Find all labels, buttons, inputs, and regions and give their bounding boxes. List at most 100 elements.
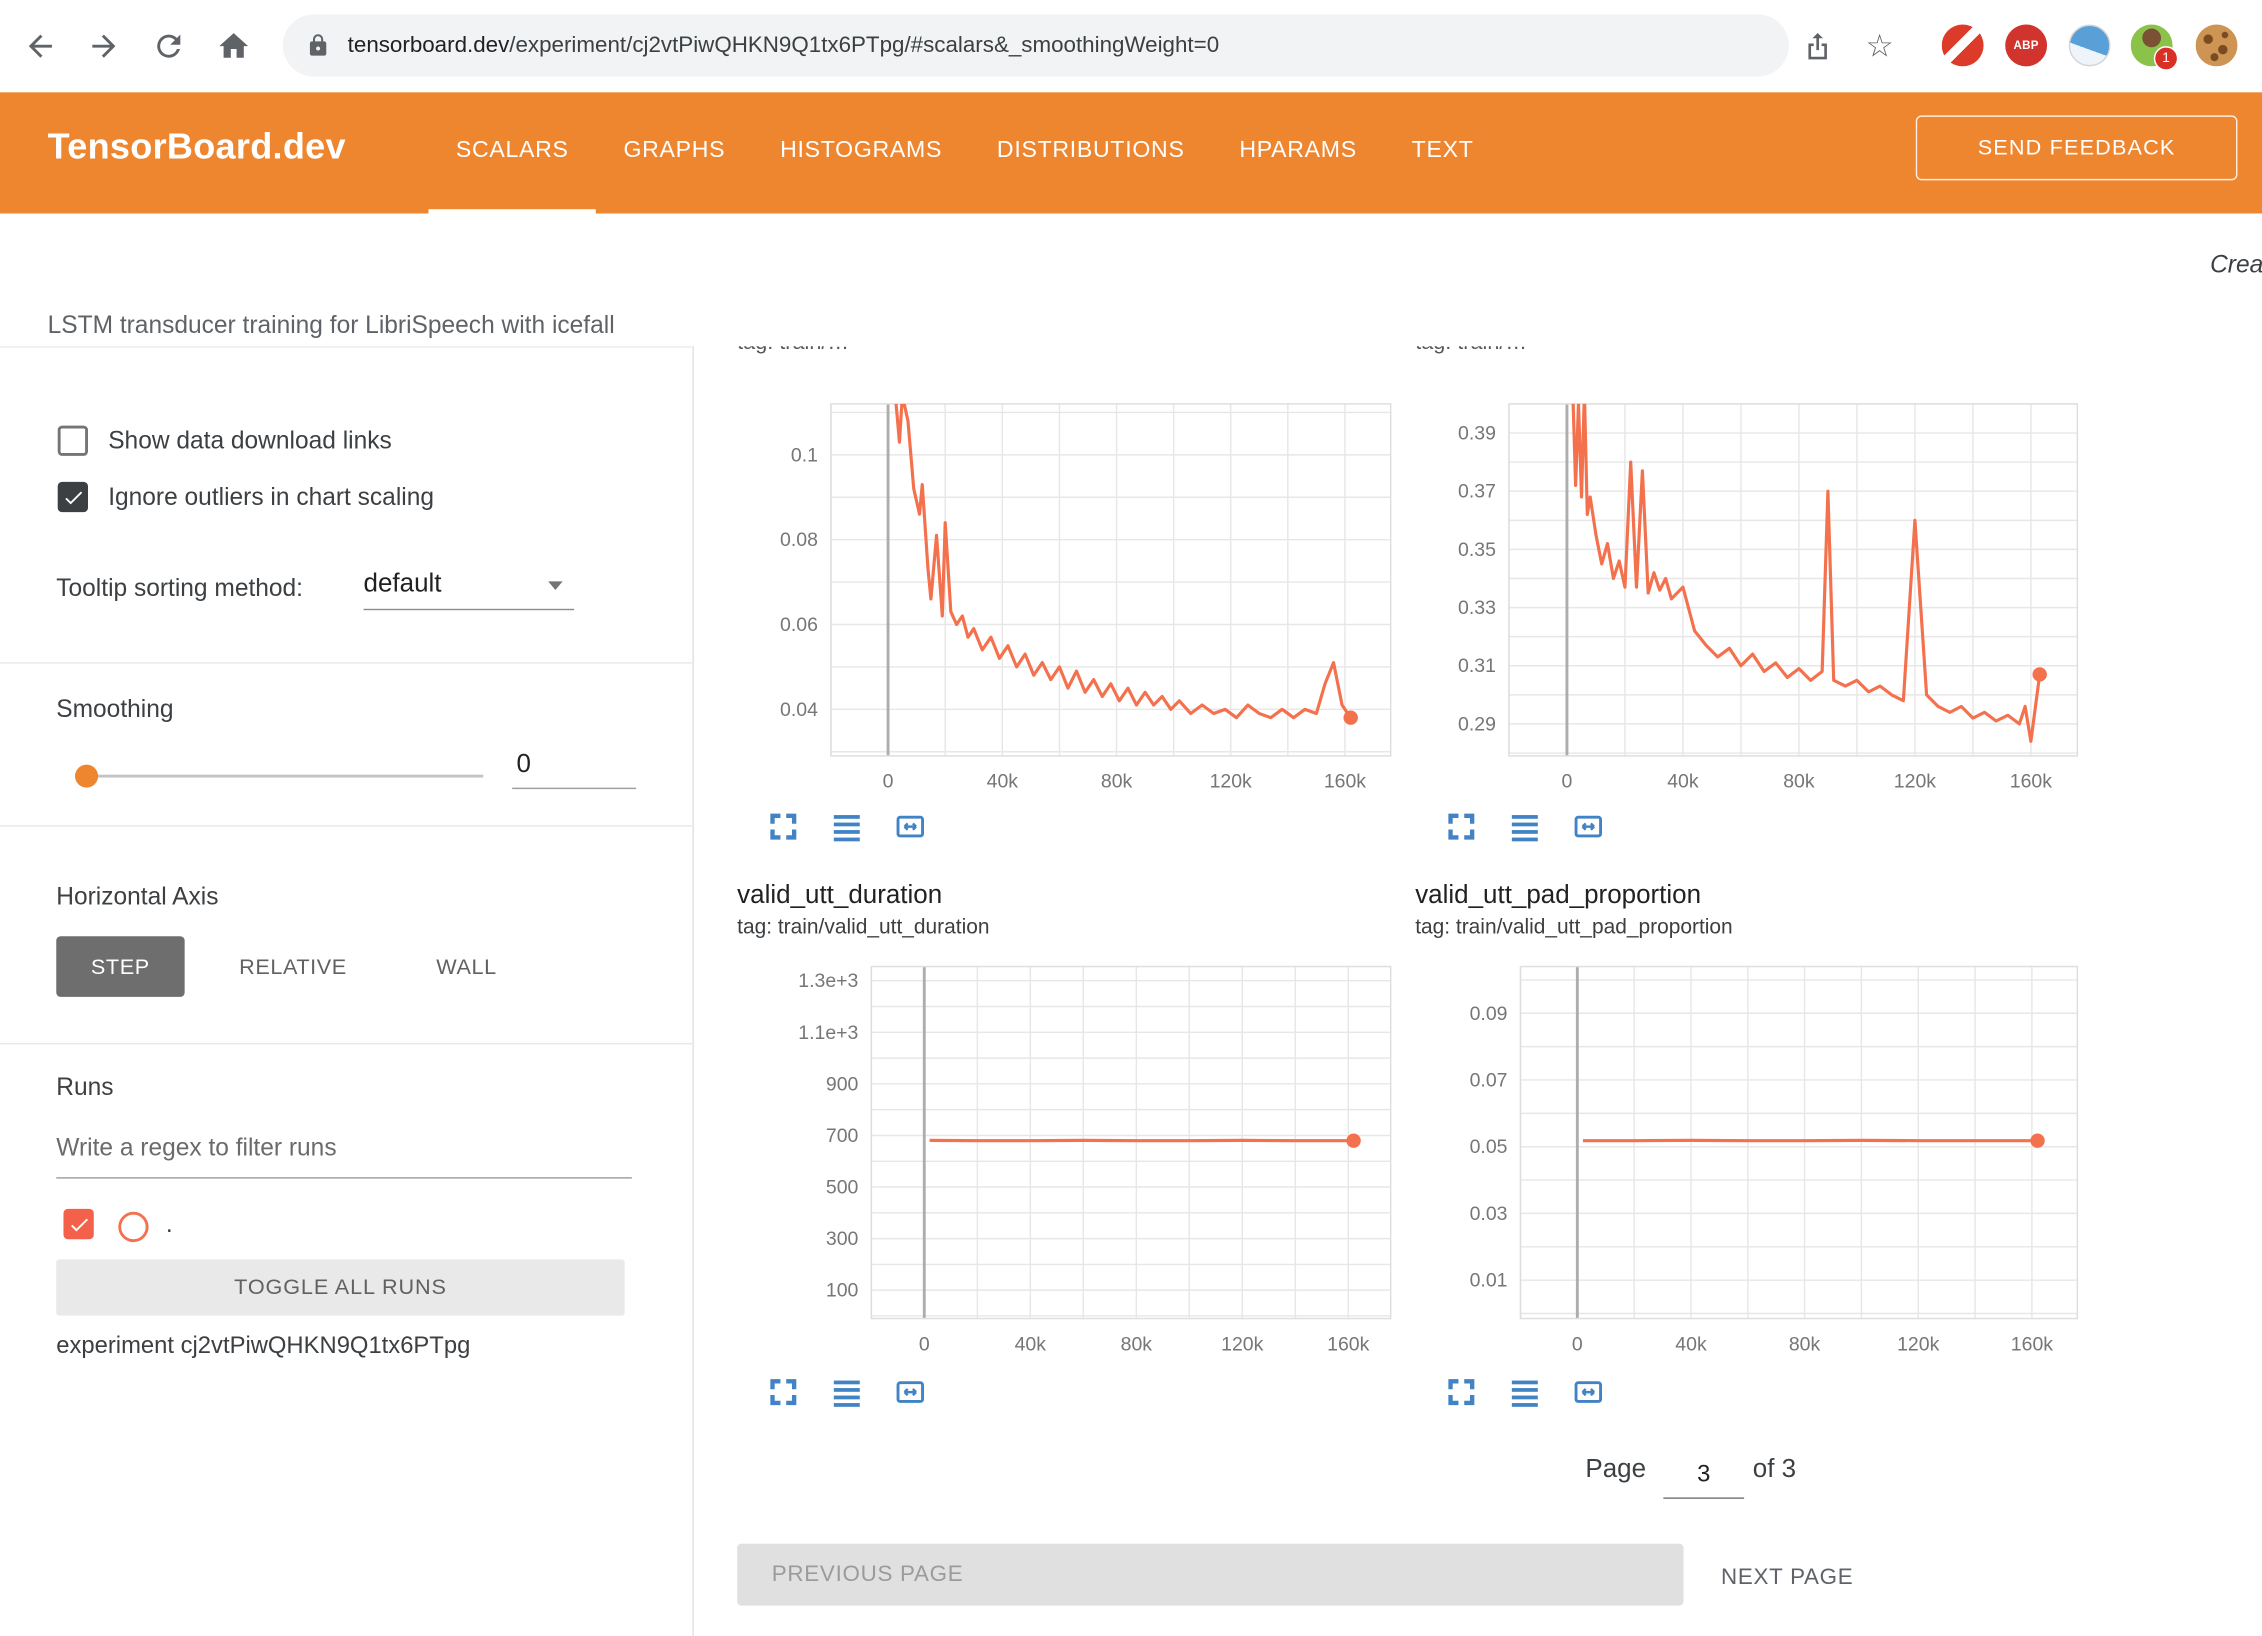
svg-text:0: 0: [1562, 771, 1573, 793]
cookie-icon[interactable]: [2196, 25, 2238, 67]
axis-relative-button[interactable]: RELATIVE: [205, 936, 382, 997]
bookmark-star-icon[interactable]: ☆: [1852, 19, 1907, 74]
fit-domain-icon[interactable]: [892, 1373, 930, 1411]
charts-panel: tag: train/… tag: train/… 0.040.060.080.…: [695, 346, 2262, 1636]
next-page-button[interactable]: NEXT PAGE: [1712, 1555, 1862, 1601]
abp-label: ABP: [2014, 39, 2039, 52]
runs-label: Runs: [56, 1073, 113, 1102]
run-list-icon[interactable]: [828, 808, 866, 846]
previous-page-button[interactable]: PREVIOUS PAGE: [737, 1544, 1683, 1606]
divider: [0, 1043, 694, 1044]
top-nav: SCALARS GRAPHS HISTOGRAMS DISTRIBUTIONS …: [428, 92, 1501, 213]
fit-domain-icon[interactable]: [1570, 1373, 1608, 1411]
chart-tag-clipped: tag: train/…: [737, 346, 849, 355]
tab-hparams[interactable]: HPARAMS: [1212, 92, 1384, 213]
app-header: TensorBoard.dev SCALARS GRAPHS HISTOGRAM…: [0, 92, 2262, 213]
tab-text[interactable]: TEXT: [1384, 92, 1501, 213]
divider: [0, 825, 694, 826]
browser-chrome: tensorboard.dev/experiment/cj2vtPiwQHKN9…: [0, 0, 2262, 92]
toggle-all-runs-button[interactable]: TOGGLE ALL RUNS: [56, 1259, 624, 1315]
chart-title: valid_utt_duration: [737, 880, 942, 910]
extension-blocker-icon[interactable]: [1942, 25, 1984, 67]
share-icon[interactable]: [1790, 19, 1845, 74]
extension-globe-icon[interactable]: [2069, 25, 2111, 67]
run-list-icon[interactable]: [828, 1373, 866, 1411]
page-number-input[interactable]: [1663, 1460, 1744, 1499]
forward-icon[interactable]: [76, 19, 131, 74]
svg-text:120k: 120k: [1894, 771, 1936, 793]
expand-chart-icon[interactable]: [765, 808, 803, 846]
tooltip-sorting-label: Tooltip sorting method:: [56, 574, 303, 603]
svg-text:0.09: 0.09: [1470, 1003, 1508, 1025]
horizontal-axis-toggle: STEP RELATIVE WALL: [56, 936, 531, 997]
back-icon[interactable]: [13, 19, 68, 74]
tab-scalars[interactable]: SCALARS: [428, 92, 596, 213]
url-bar[interactable]: tensorboard.dev/experiment/cj2vtPiwQHKN9…: [283, 14, 1789, 76]
svg-text:160k: 160k: [1324, 771, 1366, 793]
expand-chart-icon[interactable]: [1443, 808, 1481, 846]
svg-text:40k: 40k: [987, 771, 1019, 793]
svg-text:80k: 80k: [1789, 1333, 1821, 1355]
svg-text:0.1: 0.1: [791, 444, 818, 466]
home-icon[interactable]: [206, 19, 261, 74]
chart-title: valid_utt_pad_proportion: [1415, 880, 1701, 910]
chart-tag: tag: train/valid_utt_duration: [737, 916, 989, 939]
fit-domain-icon[interactable]: [892, 808, 930, 846]
lock-icon: [306, 33, 331, 58]
run-list-icon[interactable]: [1506, 808, 1544, 846]
chart-toolbar: [1443, 808, 1607, 846]
svg-text:0.04: 0.04: [780, 699, 818, 721]
tab-graphs[interactable]: GRAPHS: [596, 92, 753, 213]
svg-text:0.05: 0.05: [1470, 1136, 1508, 1158]
chart-bottom-right: 0.010.030.050.070.09040k80k120k160k: [1417, 964, 2083, 1365]
run-list-icon[interactable]: [1506, 1373, 1544, 1411]
smoothing-slider-thumb[interactable]: [75, 765, 98, 788]
chart-toolbar: [765, 808, 929, 846]
divider: [0, 662, 694, 663]
show-download-checkbox[interactable]: [58, 426, 88, 456]
send-feedback-button[interactable]: SEND FEEDBACK: [1916, 115, 2238, 180]
svg-text:0.06: 0.06: [780, 614, 818, 636]
svg-text:0.08: 0.08: [780, 529, 818, 551]
experiment-description: LSTM transducer training for LibriSpeech…: [48, 312, 615, 341]
svg-text:1.1e+3: 1.1e+3: [798, 1022, 858, 1044]
page-label: Page: [1585, 1454, 1646, 1484]
chart-top-right: 0.290.310.330.350.370.39040k80k120k160k: [1417, 401, 2083, 802]
svg-text:80k: 80k: [1121, 1333, 1153, 1355]
svg-text:160k: 160k: [1327, 1333, 1369, 1355]
page: tensorboard.dev/experiment/cj2vtPiwQHKN9…: [0, 0, 2262, 1636]
expand-chart-icon[interactable]: [765, 1373, 803, 1411]
svg-text:0.33: 0.33: [1458, 597, 1496, 619]
axis-step-button[interactable]: STEP: [56, 936, 184, 997]
svg-text:120k: 120k: [1897, 1333, 1939, 1355]
profile-avatar[interactable]: 1: [2131, 25, 2173, 67]
extension-abp-icon[interactable]: ABP: [2005, 25, 2047, 67]
run-name: .: [166, 1210, 173, 1239]
tooltip-sorting-value: default: [364, 568, 442, 597]
tab-distributions[interactable]: DISTRIBUTIONS: [970, 92, 1212, 213]
subheader: Crea LSTM transducer training for LibriS…: [0, 214, 2262, 347]
run-checkbox[interactable]: [63, 1209, 93, 1239]
chart-bottom-left: 1003005007009001.1e+31.3e+3040k80k120k16…: [730, 964, 1396, 1365]
page-of-label: of 3: [1753, 1454, 1796, 1484]
tooltip-sorting-select[interactable]: default: [364, 568, 575, 610]
svg-text:0: 0: [883, 771, 894, 793]
horizontal-axis-label: Horizontal Axis: [56, 883, 218, 912]
svg-text:0.07: 0.07: [1470, 1069, 1508, 1091]
run-color-swatch: [118, 1212, 148, 1242]
reload-icon[interactable]: [141, 19, 196, 74]
axis-wall-button[interactable]: WALL: [402, 936, 532, 997]
expand-chart-icon[interactable]: [1443, 1373, 1481, 1411]
chart-toolbar: [765, 1373, 929, 1411]
svg-text:160k: 160k: [2011, 1333, 2053, 1355]
ignore-outliers-checkbox[interactable]: [58, 482, 88, 512]
clipped-right-text: Crea: [2210, 251, 2262, 280]
brand-logo[interactable]: TensorBoard.dev: [48, 127, 346, 169]
svg-text:40k: 40k: [1015, 1333, 1047, 1355]
runs-filter-input[interactable]: [56, 1134, 632, 1179]
fit-domain-icon[interactable]: [1570, 808, 1608, 846]
smoothing-slider-track[interactable]: [75, 775, 483, 778]
smoothing-value-input[interactable]: [512, 749, 636, 789]
tab-histograms[interactable]: HISTOGRAMS: [753, 92, 970, 213]
svg-text:80k: 80k: [1783, 771, 1815, 793]
